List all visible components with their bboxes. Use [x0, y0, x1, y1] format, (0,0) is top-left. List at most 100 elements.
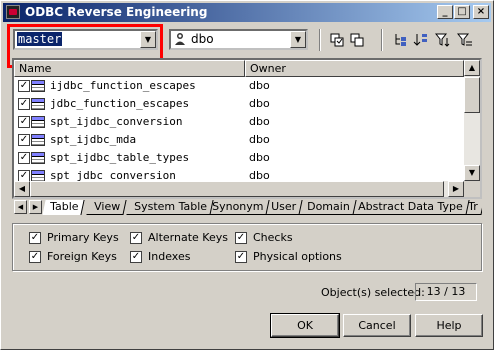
tab-scroll-right-button[interactable]: ▶ — [29, 200, 42, 214]
ok-button[interactable]: OK — [270, 313, 340, 338]
tab-label: Abstract Data Type — [358, 200, 463, 213]
horizontal-scrollbar[interactable]: ◀ ▶ — [14, 181, 464, 197]
table-row[interactable]: ✓ spt_ijdbc_table_types dbo — [14, 149, 464, 167]
scrollbar-corner — [464, 181, 480, 197]
filter-tree-icon[interactable] — [393, 32, 409, 48]
checkbox-label: Physical options — [253, 250, 342, 263]
tab-label: Synonym — [212, 200, 264, 213]
tab-user[interactable]: User — [263, 200, 303, 215]
tab-label: View — [94, 200, 121, 213]
table-row[interactable]: ✓ ijdbc_function_escapes dbo — [14, 77, 464, 95]
checkbox-box[interactable]: ✓ — [235, 251, 247, 263]
cancel-button[interactable]: Cancel — [343, 314, 411, 337]
checkbox-box[interactable]: ✓ — [130, 232, 142, 244]
checkbox-box[interactable]: ✓ — [29, 232, 41, 244]
vertical-scrollbar[interactable]: ▲ ▼ — [464, 60, 480, 181]
row-name: ijdbc_function_escapes — [50, 79, 196, 92]
checkbox-label: Primary Keys — [47, 231, 119, 244]
row-checkbox[interactable]: ✓ — [18, 170, 30, 181]
row-name: spt_jdbc_conversion — [50, 169, 176, 181]
select-all-icon[interactable] — [329, 32, 345, 48]
row-owner: dbo — [249, 79, 270, 92]
window-title: ODBC Reverse Engineering — [25, 5, 208, 19]
checkbox-label: Alternate Keys — [148, 231, 228, 244]
owner-value: dbo — [191, 32, 214, 46]
tab-label: Domain — [307, 200, 350, 213]
scroll-up-button[interactable]: ▲ — [464, 60, 480, 76]
scroll-right-button[interactable]: ▶ — [448, 181, 464, 197]
tab-synonym[interactable]: Synonym — [204, 200, 270, 215]
row-checkbox[interactable]: ✓ — [18, 134, 30, 146]
table-row[interactable]: ✓ spt_jdbc_conversion dbo — [14, 167, 464, 181]
list-header: Name Owner — [14, 60, 464, 77]
scroll-thumb[interactable] — [464, 77, 480, 113]
owner-combobox[interactable]: dbo ▼ — [169, 29, 308, 50]
row-name: spt_ijdbc_table_types — [50, 151, 190, 164]
sort-icon[interactable] — [413, 32, 429, 48]
tab-view[interactable]: View — [86, 200, 127, 215]
tab-label: Table — [50, 200, 79, 213]
filter-icon[interactable] — [435, 32, 451, 48]
tab-abstract-data-type[interactable]: Abstract Data Type — [350, 200, 470, 215]
app-icon — [6, 5, 20, 19]
row-owner: dbo — [249, 151, 270, 164]
column-header-name[interactable]: Name — [14, 60, 245, 77]
deselect-all-icon[interactable] — [349, 32, 365, 48]
toolbar-separator — [319, 29, 321, 51]
row-owner: dbo — [249, 115, 270, 128]
checkbox-label: Foreign Keys — [47, 250, 117, 263]
table-row[interactable]: ✓ spt_ijdbc_conversion dbo — [14, 113, 464, 131]
maximize-button[interactable]: □ — [454, 5, 470, 19]
close-button[interactable]: × — [473, 5, 489, 19]
table-icon — [31, 80, 45, 92]
owner-dropdown-button[interactable]: ▼ — [290, 31, 306, 48]
table-icon — [31, 170, 45, 181]
objects-selected-value: 13 / 13 — [415, 283, 477, 301]
object-type-tabs: ◀ ▶ Table View System Table Synonym User… — [12, 200, 482, 216]
clear-filter-icon[interactable] — [457, 32, 473, 48]
checkbox-label: Checks — [253, 231, 293, 244]
row-name: spt_ijdbc_conversion — [50, 115, 183, 128]
row-checkbox[interactable]: ✓ — [18, 116, 30, 128]
tab-table[interactable]: Table — [42, 200, 86, 215]
scroll-left-button[interactable]: ◀ — [14, 181, 30, 197]
tab-label: Tr — [468, 200, 478, 213]
row-checkbox[interactable]: ✓ — [18, 80, 30, 92]
tab-trigger[interactable]: Tr — [460, 200, 482, 215]
tab-system-table[interactable]: System Table — [126, 200, 214, 215]
table-icon — [31, 98, 45, 110]
odbc-reverse-engineering-dialog: ODBC Reverse Engineering _ □ × master ▼ … — [0, 0, 494, 350]
row-owner: dbo — [249, 97, 270, 110]
table-icon — [31, 116, 45, 128]
tab-domain[interactable]: Domain — [299, 200, 357, 215]
horizontal-scroll-thumb[interactable] — [30, 181, 444, 197]
checkbox-box[interactable]: ✓ — [235, 232, 247, 244]
table-icon — [31, 152, 45, 164]
title-bar[interactable]: ODBC Reverse Engineering _ □ × — [3, 3, 491, 22]
tab-label: User — [271, 200, 297, 213]
table-row[interactable]: ✓ jdbc_function_escapes dbo — [14, 95, 464, 113]
column-header-owner[interactable]: Owner — [245, 60, 464, 77]
table-row[interactable]: ✓ spt_ijdbc_mda dbo — [14, 131, 464, 149]
row-name: jdbc_function_escapes — [50, 97, 190, 110]
tab-scroll-left-button[interactable]: ◀ — [14, 200, 27, 214]
checkbox-box[interactable]: ✓ — [130, 251, 142, 263]
objects-selected-label: Object(s) selected: — [321, 286, 425, 299]
checkbox-label: Indexes — [148, 250, 191, 263]
scroll-down-button[interactable]: ▼ — [464, 165, 480, 181]
table-icon — [31, 134, 45, 146]
row-owner: dbo — [249, 133, 270, 146]
row-owner: dbo — [249, 169, 270, 181]
minimize-button[interactable]: _ — [437, 5, 453, 19]
row-checkbox[interactable]: ✓ — [18, 98, 30, 110]
checkbox-box[interactable]: ✓ — [29, 251, 41, 263]
tab-label: System Table — [134, 200, 208, 213]
row-name: spt_ijdbc_mda — [50, 133, 137, 146]
toolbar-separator — [381, 29, 383, 51]
help-button[interactable]: Help — [415, 314, 483, 337]
database-combobox[interactable]: master ▼ — [13, 29, 158, 50]
database-dropdown-button[interactable]: ▼ — [140, 31, 156, 48]
object-list[interactable]: Name Owner ✓ ijdbc_function_escapes dbo … — [12, 58, 482, 199]
user-icon — [175, 33, 185, 45]
row-checkbox[interactable]: ✓ — [18, 152, 30, 164]
